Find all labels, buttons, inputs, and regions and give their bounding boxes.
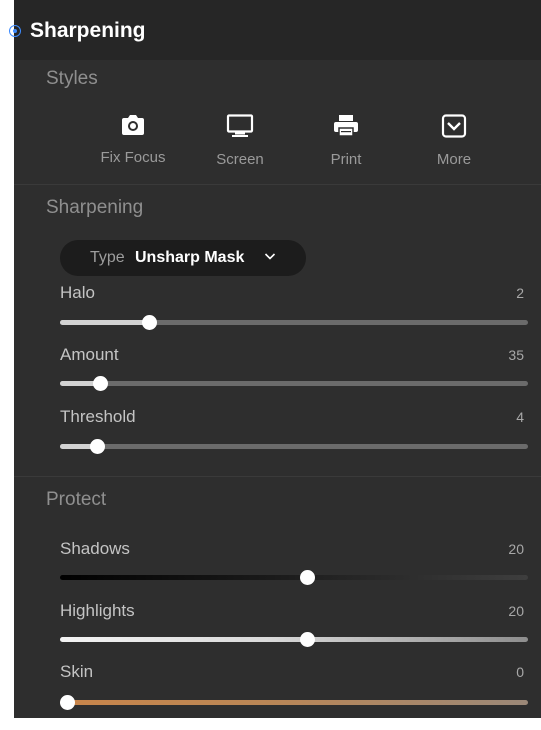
skin-value: 0 [516,664,524,680]
type-label: Type [90,249,125,266]
chevron-down-icon [264,253,276,260]
screen-button[interactable]: Screen [195,114,285,176]
fix-focus-label: Fix Focus [100,149,166,166]
more-button[interactable]: More [409,114,499,176]
panel-header[interactable]: Sharpening [9,0,541,60]
sharpening-panel: Sharpening Styles Fix Focus Screen Print [9,0,541,718]
shadows-value: 20 [508,541,524,557]
more-label: More [436,151,472,168]
skin-slider-handle[interactable] [60,695,76,710]
panel-title: Sharpening [30,19,146,42]
camera-icon [122,115,144,135]
type-value: Unsharp Mask [135,249,245,266]
styles-section-title: Styles [46,68,98,89]
threshold-slider-handle[interactable] [89,439,105,454]
fix-focus-button[interactable]: Fix Focus [88,114,178,176]
halo-slider-handle[interactable] [141,315,157,330]
amount-slider-handle[interactable] [92,376,108,391]
print-label: Print [330,151,362,168]
threshold-label: Threshold [60,407,136,426]
highlights-slider-handle[interactable] [299,632,315,647]
printer-icon [334,115,358,137]
halo-slider[interactable] [60,315,528,330]
radio-icon[interactable] [9,25,21,37]
amount-value: 35 [508,347,524,363]
dropdown-box-icon [441,114,467,138]
halo-slider-fill [60,320,149,325]
amount-label: Amount [60,345,119,364]
shadows-slider-handle[interactable] [299,570,315,585]
amount-slider[interactable] [60,376,528,391]
shadows-slider[interactable] [60,570,528,585]
divider [14,476,541,477]
highlights-label: Highlights [60,601,135,620]
sharpening-section-title: Sharpening [46,197,144,218]
halo-label: Halo [60,283,95,302]
type-dropdown[interactable]: Type Unsharp Mask [60,240,306,276]
skin-label: Skin [60,662,94,681]
print-button[interactable]: Print [301,114,391,176]
threshold-slider[interactable] [60,439,528,454]
skin-slider[interactable] [60,695,528,710]
protect-section-title: Protect [46,489,107,510]
halo-value: 2 [516,285,524,301]
screen-label: Screen [216,151,264,168]
highlights-slider[interactable] [60,632,528,647]
monitor-icon [226,114,254,137]
threshold-value: 4 [516,409,524,425]
shadows-label: Shadows [60,539,130,558]
divider [14,184,541,185]
highlights-value: 20 [508,603,524,619]
